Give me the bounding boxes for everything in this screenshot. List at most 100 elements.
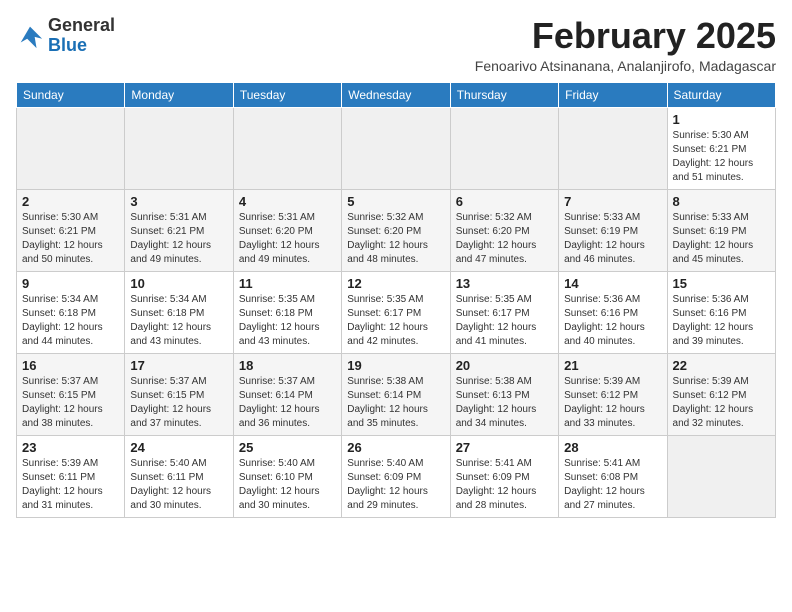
day-number: 10 xyxy=(130,276,227,291)
calendar-cell xyxy=(667,435,775,517)
day-header-tuesday: Tuesday xyxy=(233,82,341,107)
day-info: Sunrise: 5:41 AM Sunset: 6:09 PM Dayligh… xyxy=(456,457,553,513)
day-number: 23 xyxy=(22,440,119,455)
day-info: Sunrise: 5:30 AM Sunset: 6:21 PM Dayligh… xyxy=(673,129,770,185)
logo-text: General Blue xyxy=(48,16,115,56)
calendar-cell: 12 Sunrise: 5:35 AM Sunset: 6:17 PM Dayli… xyxy=(342,271,450,353)
day-number: 16 xyxy=(22,358,119,373)
day-number: 9 xyxy=(22,276,119,291)
day-info: Sunrise: 5:38 AM Sunset: 6:14 PM Dayligh… xyxy=(347,375,444,431)
day-info: Sunrise: 5:40 AM Sunset: 6:09 PM Dayligh… xyxy=(347,457,444,513)
day-number: 2 xyxy=(22,194,119,209)
week-row-2: 2 Sunrise: 5:30 AM Sunset: 6:21 PM Daylig… xyxy=(17,189,776,271)
day-info: Sunrise: 5:33 AM Sunset: 6:19 PM Dayligh… xyxy=(673,211,770,267)
day-number: 12 xyxy=(347,276,444,291)
day-number: 1 xyxy=(673,112,770,127)
day-info: Sunrise: 5:40 AM Sunset: 6:11 PM Dayligh… xyxy=(130,457,227,513)
day-info: Sunrise: 5:37 AM Sunset: 6:15 PM Dayligh… xyxy=(22,375,119,431)
calendar-cell: 20 Sunrise: 5:38 AM Sunset: 6:13 PM Dayli… xyxy=(450,353,558,435)
day-number: 13 xyxy=(456,276,553,291)
day-number: 3 xyxy=(130,194,227,209)
calendar-cell: 16 Sunrise: 5:37 AM Sunset: 6:15 PM Dayli… xyxy=(17,353,125,435)
day-info: Sunrise: 5:31 AM Sunset: 6:20 PM Dayligh… xyxy=(239,211,336,267)
calendar-cell: 13 Sunrise: 5:35 AM Sunset: 6:17 PM Dayli… xyxy=(450,271,558,353)
day-info: Sunrise: 5:35 AM Sunset: 6:17 PM Dayligh… xyxy=(456,293,553,349)
day-header-friday: Friday xyxy=(559,82,667,107)
calendar-cell: 23 Sunrise: 5:39 AM Sunset: 6:11 PM Dayli… xyxy=(17,435,125,517)
calendar-cell: 7 Sunrise: 5:33 AM Sunset: 6:19 PM Daylig… xyxy=(559,189,667,271)
calendar-cell xyxy=(559,107,667,189)
calendar-cell: 22 Sunrise: 5:39 AM Sunset: 6:12 PM Dayli… xyxy=(667,353,775,435)
calendar-cell: 26 Sunrise: 5:40 AM Sunset: 6:09 PM Dayli… xyxy=(342,435,450,517)
calendar-cell: 28Sunrise: 5:41 AM Sunset: 6:08 PM Dayli… xyxy=(559,435,667,517)
header: General Blue February 2025 Fenoarivo Ats… xyxy=(16,16,776,74)
day-number: 6 xyxy=(456,194,553,209)
calendar-cell: 21 Sunrise: 5:39 AM Sunset: 6:12 PM Dayli… xyxy=(559,353,667,435)
day-number: 24 xyxy=(130,440,227,455)
calendar-cell: 17Sunrise: 5:37 AM Sunset: 6:15 PM Dayli… xyxy=(125,353,233,435)
subtitle: Fenoarivo Atsinanana, Analanjirofo, Mada… xyxy=(475,58,776,74)
calendar-cell: 11 Sunrise: 5:35 AM Sunset: 6:18 PM Dayli… xyxy=(233,271,341,353)
calendar-cell: 4Sunrise: 5:31 AM Sunset: 6:20 PM Daylig… xyxy=(233,189,341,271)
day-number: 21 xyxy=(564,358,661,373)
day-info: Sunrise: 5:35 AM Sunset: 6:17 PM Dayligh… xyxy=(347,293,444,349)
day-info: Sunrise: 5:33 AM Sunset: 6:19 PM Dayligh… xyxy=(564,211,661,267)
day-info: Sunrise: 5:35 AM Sunset: 6:18 PM Dayligh… xyxy=(239,293,336,349)
day-number: 26 xyxy=(347,440,444,455)
calendar-cell: 10 Sunrise: 5:34 AM Sunset: 6:18 PM Dayli… xyxy=(125,271,233,353)
calendar-cell: 27Sunrise: 5:41 AM Sunset: 6:09 PM Dayli… xyxy=(450,435,558,517)
day-number: 17 xyxy=(130,358,227,373)
day-info: Sunrise: 5:41 AM Sunset: 6:08 PM Dayligh… xyxy=(564,457,661,513)
calendar-cell: 6 Sunrise: 5:32 AM Sunset: 6:20 PM Daylig… xyxy=(450,189,558,271)
day-header-wednesday: Wednesday xyxy=(342,82,450,107)
day-number: 7 xyxy=(564,194,661,209)
week-row-3: 9 Sunrise: 5:34 AM Sunset: 6:18 PM Daylig… xyxy=(17,271,776,353)
logo: General Blue xyxy=(16,16,115,56)
calendar-body: 1 Sunrise: 5:30 AM Sunset: 6:21 PM Daylig… xyxy=(17,107,776,517)
day-info: Sunrise: 5:39 AM Sunset: 6:11 PM Dayligh… xyxy=(22,457,119,513)
calendar-cell: 2 Sunrise: 5:30 AM Sunset: 6:21 PM Daylig… xyxy=(17,189,125,271)
day-info: Sunrise: 5:32 AM Sunset: 6:20 PM Dayligh… xyxy=(456,211,553,267)
calendar: SundayMondayTuesdayWednesdayThursdayFrid… xyxy=(16,82,776,518)
day-number: 8 xyxy=(673,194,770,209)
day-info: Sunrise: 5:36 AM Sunset: 6:16 PM Dayligh… xyxy=(564,293,661,349)
day-number: 22 xyxy=(673,358,770,373)
day-number: 19 xyxy=(347,358,444,373)
calendar-cell: 19 Sunrise: 5:38 AM Sunset: 6:14 PM Dayli… xyxy=(342,353,450,435)
day-info: Sunrise: 5:38 AM Sunset: 6:13 PM Dayligh… xyxy=(456,375,553,431)
day-info: Sunrise: 5:39 AM Sunset: 6:12 PM Dayligh… xyxy=(673,375,770,431)
day-number: 25 xyxy=(239,440,336,455)
title-area: February 2025 Fenoarivo Atsinanana, Anal… xyxy=(475,16,776,74)
week-row-1: 1 Sunrise: 5:30 AM Sunset: 6:21 PM Daylig… xyxy=(17,107,776,189)
day-info: Sunrise: 5:40 AM Sunset: 6:10 PM Dayligh… xyxy=(239,457,336,513)
day-number: 20 xyxy=(456,358,553,373)
day-info: Sunrise: 5:34 AM Sunset: 6:18 PM Dayligh… xyxy=(22,293,119,349)
day-info: Sunrise: 5:31 AM Sunset: 6:21 PM Dayligh… xyxy=(130,211,227,267)
week-row-5: 23 Sunrise: 5:39 AM Sunset: 6:11 PM Dayli… xyxy=(17,435,776,517)
header-row: SundayMondayTuesdayWednesdayThursdayFrid… xyxy=(17,82,776,107)
day-number: 11 xyxy=(239,276,336,291)
logo-icon xyxy=(16,22,44,50)
calendar-cell: 14 Sunrise: 5:36 AM Sunset: 6:16 PM Dayli… xyxy=(559,271,667,353)
day-number: 15 xyxy=(673,276,770,291)
calendar-header: SundayMondayTuesdayWednesdayThursdayFrid… xyxy=(17,82,776,107)
day-header-thursday: Thursday xyxy=(450,82,558,107)
calendar-cell xyxy=(450,107,558,189)
day-info: Sunrise: 5:36 AM Sunset: 6:16 PM Dayligh… xyxy=(673,293,770,349)
day-info: Sunrise: 5:37 AM Sunset: 6:14 PM Dayligh… xyxy=(239,375,336,431)
day-header-saturday: Saturday xyxy=(667,82,775,107)
day-number: 5 xyxy=(347,194,444,209)
calendar-cell: 9 Sunrise: 5:34 AM Sunset: 6:18 PM Daylig… xyxy=(17,271,125,353)
day-info: Sunrise: 5:39 AM Sunset: 6:12 PM Dayligh… xyxy=(564,375,661,431)
calendar-cell: 15 Sunrise: 5:36 AM Sunset: 6:16 PM Dayli… xyxy=(667,271,775,353)
day-info: Sunrise: 5:30 AM Sunset: 6:21 PM Dayligh… xyxy=(22,211,119,267)
calendar-cell xyxy=(233,107,341,189)
calendar-cell: 1 Sunrise: 5:30 AM Sunset: 6:21 PM Daylig… xyxy=(667,107,775,189)
day-info: Sunrise: 5:34 AM Sunset: 6:18 PM Dayligh… xyxy=(130,293,227,349)
calendar-cell xyxy=(17,107,125,189)
calendar-cell: 8 Sunrise: 5:33 AM Sunset: 6:19 PM Daylig… xyxy=(667,189,775,271)
day-info: Sunrise: 5:32 AM Sunset: 6:20 PM Dayligh… xyxy=(347,211,444,267)
day-number: 14 xyxy=(564,276,661,291)
day-header-sunday: Sunday xyxy=(17,82,125,107)
calendar-cell: 25 Sunrise: 5:40 AM Sunset: 6:10 PM Dayli… xyxy=(233,435,341,517)
